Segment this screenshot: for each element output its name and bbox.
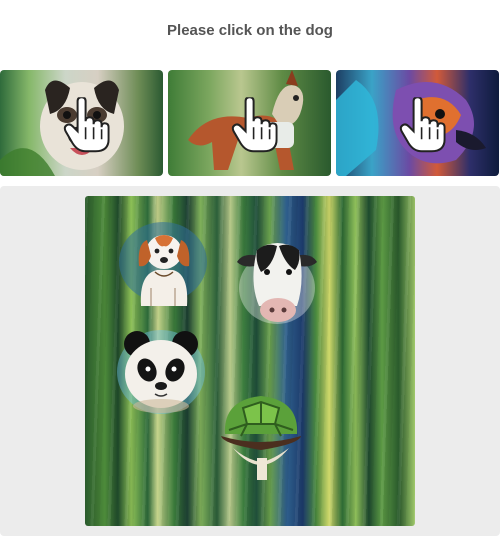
hand-pointer-icon: [63, 97, 110, 153]
hand-pointer-icon: [399, 97, 446, 153]
example-image-2: [168, 70, 331, 176]
example-images: [0, 70, 500, 178]
example-image-1: [0, 70, 163, 176]
instruction-text: Please click on the dog: [167, 22, 333, 39]
dog-target[interactable]: [117, 222, 209, 308]
panda-target[interactable]: [115, 326, 207, 416]
hand-pointer-icon: [231, 97, 278, 153]
example-image-3: [336, 70, 499, 176]
cow-target[interactable]: [233, 232, 325, 328]
turtle-target[interactable]: [213, 382, 309, 482]
challenge-image[interactable]: [85, 196, 415, 526]
challenge-panel: [0, 186, 500, 536]
